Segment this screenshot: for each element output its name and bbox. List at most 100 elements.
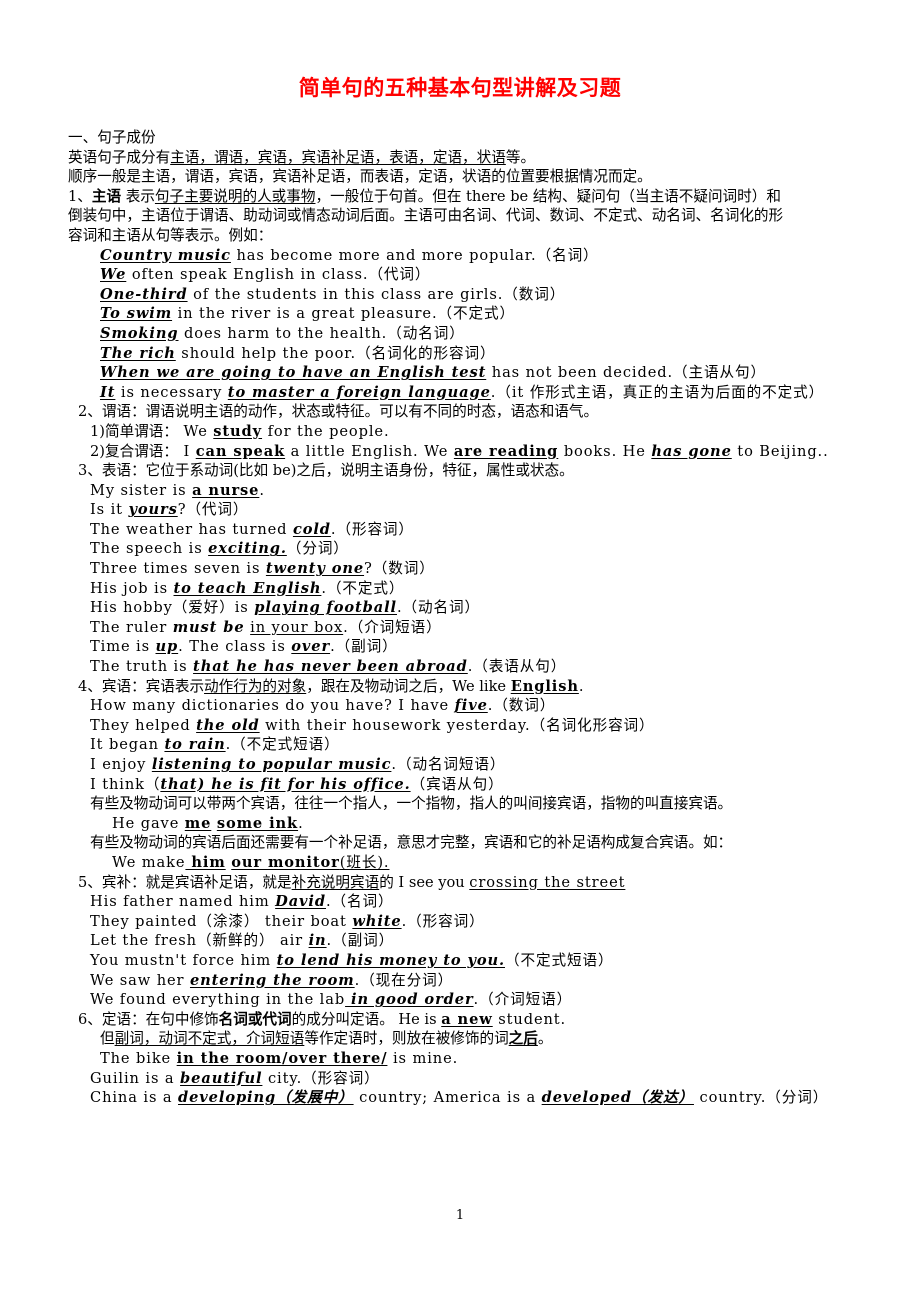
predicative-example: Is it yours?（代词） [90, 501, 249, 519]
example-emphasis: English [510, 677, 579, 695]
example-emphasis: developing（发展中） [178, 1089, 354, 1107]
predicative-example: His job is to teach English.（不定式） [90, 579, 405, 597]
attributive-example-china: China is a developing（发展中） country; Amer… [90, 1089, 829, 1107]
document-page: 简单句的五种基本句型讲解及习题 一、句子成份 英语句子成分有主语，谓语，宾语，宾… [0, 0, 920, 1302]
object-example: I think（that) he is fit for his office.（… [90, 775, 504, 793]
example-emphasis: the old [196, 716, 260, 734]
predicative-example: The weather has turned cold.（形容词） [90, 520, 414, 538]
document-body: 一、句子成份 英语句子成分有主语，谓语，宾语，宾语补足语，表语，定语，状语等。 … [68, 128, 860, 1108]
attributive-note-underlined: 副词，动词不定式，介词短语 [114, 1030, 305, 1048]
example-emphasis: developed（发达） [541, 1089, 694, 1107]
example-emphasis: playing football [254, 599, 397, 617]
example-emphasis: that) he is fit for his office. [160, 775, 411, 793]
subject-heading-line1: 1、主语 表示句子主要说明的人或事物，一般位于句首。但在 there be 结构… [68, 187, 781, 205]
object-complement-example: His father named him David.（名词） [90, 893, 394, 911]
example-note: （不定式短语） [231, 736, 340, 754]
object-example: They helped the old with their housework… [90, 716, 655, 734]
components-underlined: 主语，谓语，宾语，宾语补足语，表语，定语，状语 [170, 148, 506, 166]
predicate-compound: 2)复合谓语： I can speak a little English. We… [90, 442, 829, 460]
predicative-example: His hobby（爱好）is playing football.（动名词） [90, 599, 481, 617]
heading-sentence-components: 一、句子成份 [68, 129, 156, 146]
example-emphasis: a nurse [192, 481, 260, 499]
object-example: I enjoy listening to popular music.（动名词短… [90, 756, 506, 773]
object-example-make: We make him our monitor(班长). [112, 853, 390, 871]
subject-example: When we are going to have an English tes… [100, 364, 766, 382]
line-components-list: 英语句子成分有主语，谓语，宾语，宾语补足语，表语，定语，状语等。 [68, 148, 536, 166]
example-note: （现在分词） [360, 971, 454, 989]
predicate-heading: 2、谓语：谓语说明主语的动作，状态或特征。可以有不同的时态，语态和语气。 [78, 403, 599, 421]
object-example-gave: He gave me some ink. [112, 814, 304, 832]
attributive-example: The bike in the room/over there/ is mine… [100, 1049, 459, 1067]
example-emphasis: me [184, 814, 212, 832]
attributive-heading-bold: 名词或代词 [218, 1010, 292, 1028]
subject-example: One-third of the students in this class … [100, 285, 566, 303]
object-heading-underlined: 动作行为的对象 [204, 677, 307, 695]
example-note: （介词短语） [479, 991, 573, 1009]
example-emphasis: We [100, 266, 127, 284]
example-emphasis: to lend his money to you. [276, 951, 505, 969]
example-emphasis: beautiful [180, 1069, 263, 1087]
subject-example: We often speak English in class.（代词） [100, 266, 431, 284]
example-note: （不定式短语） [504, 951, 614, 969]
object-example: How many dictionaries do you have? I hav… [90, 697, 556, 715]
object-complement-heading: 5、宾补：就是宾语补足语，就是补充说明宾语的 I see you crossin… [78, 873, 626, 891]
predicative-example-ruler: The ruler must be in your box.（介词短语） [90, 618, 442, 636]
example-emphasis: in good order [345, 991, 474, 1009]
example-emphasis: The rich [100, 344, 176, 362]
subject-heading-line2: 倒装句中，主语位于谓语、助动词或情态动词后面。主语可由名词、代词、数词、不定式、… [68, 207, 784, 225]
example-emphasis: cold [292, 520, 331, 538]
example-note: （不定式） [437, 305, 515, 323]
object-example: It began to rain.（不定式短语） [90, 736, 340, 754]
example-note: （数词） [372, 560, 435, 578]
example-note: （数词） [493, 697, 556, 715]
example-emphasis: that he has never been abroad [193, 658, 468, 676]
example-emphasis: entering the room [189, 971, 355, 989]
attributive-example: Guilin is a beautiful city.（形容词） [90, 1069, 380, 1087]
example-emphasis: Smoking [100, 324, 179, 342]
object-complement-example: We saw her entering the room.（现在分词） [90, 971, 454, 989]
example-note: （名词化形容词） [530, 716, 655, 734]
example-emphasis: has gone [651, 442, 732, 460]
object-complement-example: We found everything in the lab in good o… [90, 991, 573, 1009]
example-emphasis: To swim [100, 305, 173, 323]
example-note: （数词） [503, 285, 566, 303]
object-note-complement: 有些及物动词的宾语后面还需要有一个补足语，意思才完整，宾语和它的补足语构成复合宾… [90, 834, 733, 852]
example-note: （动名词短语） [396, 756, 506, 773]
example-note: （代词） [186, 501, 249, 519]
predicative-example: The speech is exciting.（分词） [90, 540, 349, 558]
object-complement-example: They painted（涂漆） their boat white.（形容词） [90, 912, 485, 930]
example-emphasis: It [100, 383, 116, 401]
subject-desc-underlined: 句子主要说明的人或事物 [154, 187, 316, 205]
object-complement-example: You mustn't force him to lend his money … [90, 951, 614, 969]
example-note: （分词） [286, 540, 349, 558]
predicate-simple: 1)简单谓语： We study for the people. [90, 422, 390, 440]
subject-example: Country music has become more and more p… [100, 246, 599, 264]
subject-example: Smoking does harm to the health.（动名词） [100, 324, 465, 342]
example-emphasis: our monitor [231, 853, 340, 871]
example-note: （宾语从句） [410, 775, 504, 793]
predicative-example-time: Time is up. The class is over.（副词） [90, 638, 398, 656]
example-emphasis: five [454, 697, 488, 715]
example-emphasis: When we are going to have an English tes… [100, 364, 487, 382]
example-emphasis: Country music [100, 246, 231, 264]
example-emphasis: yours [128, 501, 178, 519]
attributive-heading: 6、定语：在句中修饰名词或代词的成分叫定语。 He is a new stude… [78, 1010, 567, 1028]
example-note: （副词） [332, 932, 395, 950]
example-emphasis: some ink [216, 814, 299, 832]
example-note: （不定式） [326, 579, 405, 597]
predicative-example-truth: The truth is that he has never been abro… [90, 658, 567, 676]
example-note: （主语从句） [673, 364, 766, 382]
example-note: （动名词） [387, 324, 465, 342]
predicative-heading: 3、表语：它位于系动词(比如 be)之后，说明主语身份，特征，属性或状态。 [78, 462, 574, 480]
example-emphasis: him [185, 853, 226, 871]
example-note: （名词） [536, 246, 599, 264]
predicative-example: My sister is a nurse. [90, 481, 265, 499]
example-note: （形容词） [336, 520, 414, 538]
example-note: （形容词） [302, 1069, 380, 1087]
page-title: 简单句的五种基本句型讲解及习题 [298, 76, 622, 100]
object-heading: 4、宾语：宾语表示动作行为的对象，跟在及物动词之后，We like Englis… [78, 677, 585, 695]
object-complement-example: Let the fresh（新鲜的） air in.（副词） [90, 932, 395, 950]
line-components-order: 顺序一般是主语，谓语，宾语，宾语补足语，而表语，定语，状语的位置要根据情况而定。 [68, 168, 652, 186]
example-emphasis: a new [441, 1010, 493, 1028]
example-emphasis: study [213, 422, 263, 440]
